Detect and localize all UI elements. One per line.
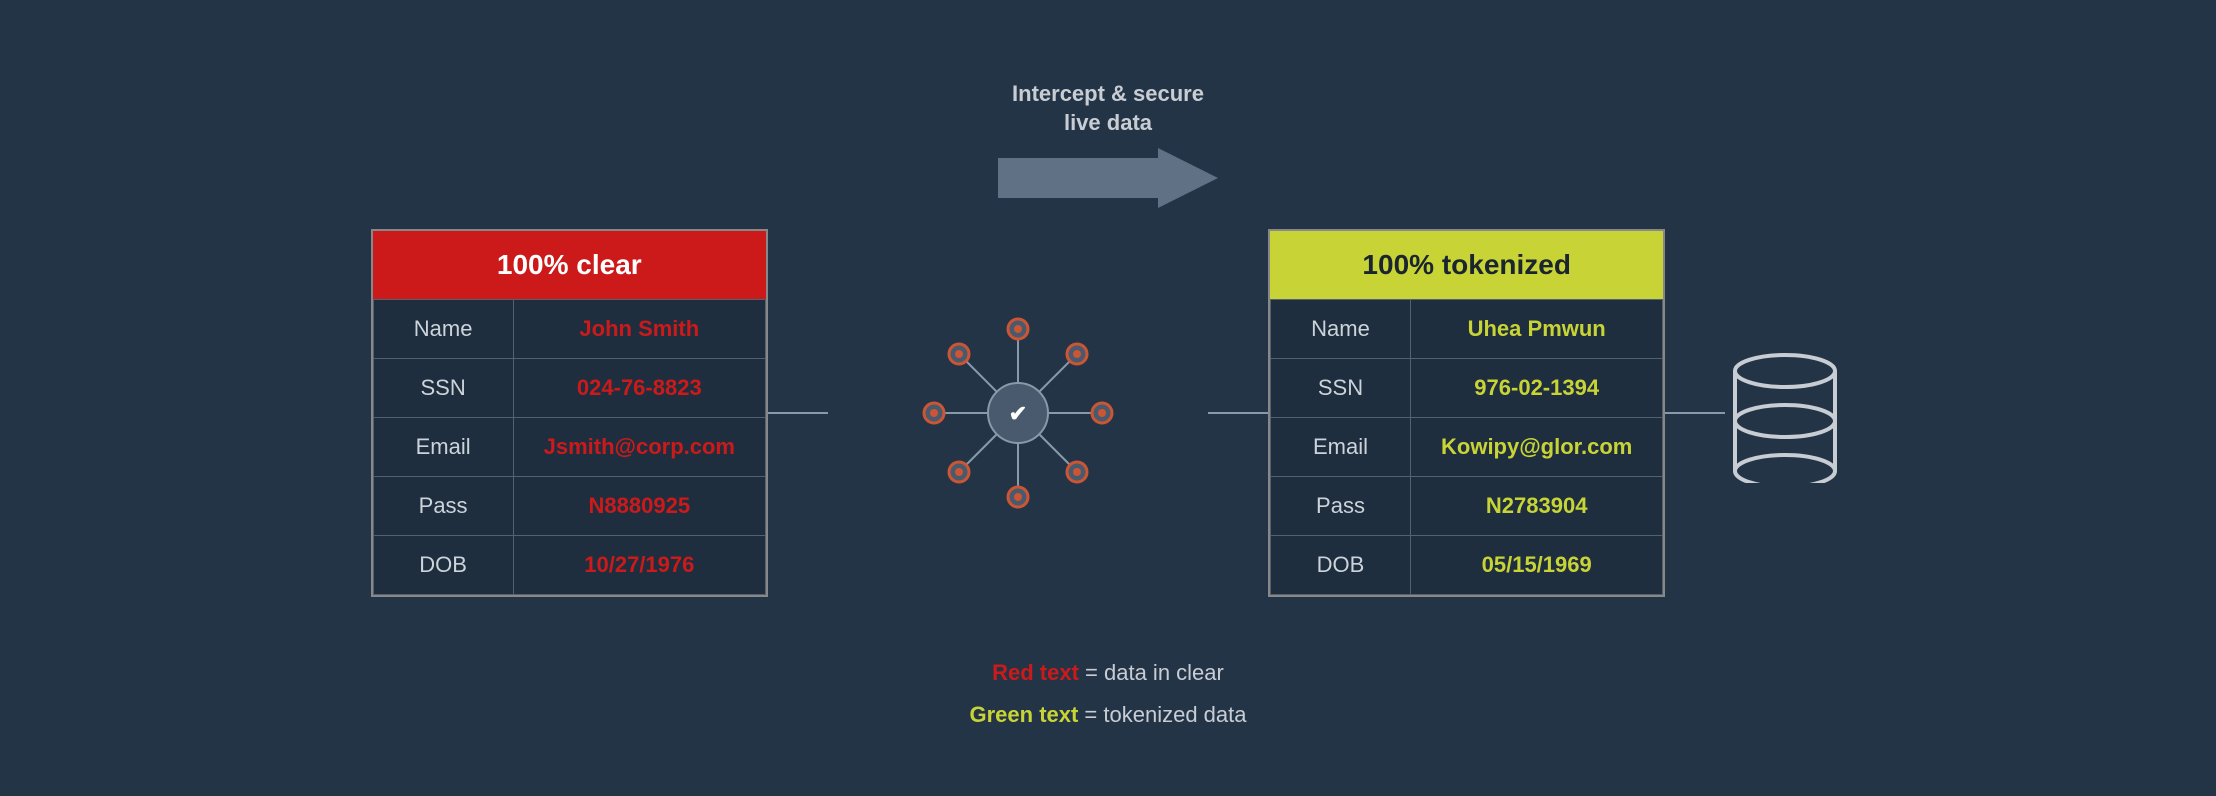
legend-red-suffix: = data in clear	[1079, 660, 1224, 685]
center-hub-area: ✔	[848, 313, 1188, 513]
field-value: Uhea Pmwun	[1411, 300, 1663, 359]
legend-red-line: Red text = data in clear	[969, 652, 1246, 694]
field-label: Name	[1271, 300, 1411, 359]
legend-red-word: Red text	[992, 660, 1079, 685]
arrow-label-area: Intercept & secure live data	[998, 80, 1218, 213]
field-value: 024-76-8823	[513, 359, 765, 418]
legend-green-line: Green text = tokenized data	[969, 694, 1246, 736]
field-value: 976-02-1394	[1411, 359, 1663, 418]
table-row: SSN 024-76-8823	[373, 359, 765, 418]
table-row: SSN 976-02-1394	[1271, 359, 1663, 418]
arrow-label: Intercept & secure live data	[1012, 80, 1204, 137]
svg-text:✔: ✔	[1009, 401, 1027, 426]
field-label: DOB	[373, 536, 513, 595]
db-connector-line	[1665, 412, 1725, 414]
table-row: Email Jsmith@corp.com	[373, 418, 765, 477]
table-row: Name John Smith	[373, 300, 765, 359]
legend-green-word: Green text	[969, 702, 1078, 727]
field-value: 10/27/1976	[513, 536, 765, 595]
layout-row: 100% clear Name John Smith SSN 024-76-88…	[371, 229, 1846, 597]
left-table-header: 100% clear	[373, 231, 766, 299]
table-row: Pass N2783904	[1271, 477, 1663, 536]
left-table-body: Name John Smith SSN 024-76-8823 Email Js…	[373, 299, 766, 595]
hub-icon: ✔	[918, 313, 1118, 513]
main-container: Intercept & secure live data 100% clear …	[0, 0, 2216, 796]
right-table: 100% tokenized Name Uhea Pmwun SSN 976-0…	[1268, 229, 1665, 597]
field-value: Jsmith@corp.com	[513, 418, 765, 477]
table-row: Pass N8880925	[373, 477, 765, 536]
right-table-header: 100% tokenized	[1270, 231, 1663, 299]
field-label: SSN	[1271, 359, 1411, 418]
field-value: N8880925	[513, 477, 765, 536]
field-value: Kowipy@glor.com	[1411, 418, 1663, 477]
field-label: Email	[1271, 418, 1411, 477]
table-row: DOB 05/15/1969	[1271, 536, 1663, 595]
field-label: Email	[373, 418, 513, 477]
table-row: Name Uhea Pmwun	[1271, 300, 1663, 359]
field-value: John Smith	[513, 300, 765, 359]
legend-green-suffix: = tokenized data	[1078, 702, 1246, 727]
table-row: Email Kowipy@glor.com	[1271, 418, 1663, 477]
left-table: 100% clear Name John Smith SSN 024-76-88…	[371, 229, 768, 597]
legend: Red text = data in clear Green text = to…	[969, 652, 1246, 736]
field-value: 05/15/1969	[1411, 536, 1663, 595]
right-table-body: Name Uhea Pmwun SSN 976-02-1394 Email Ko…	[1270, 299, 1663, 595]
database-icon	[1725, 343, 1845, 483]
field-label: Pass	[1271, 477, 1411, 536]
field-label: Pass	[373, 477, 513, 536]
field-label: DOB	[1271, 536, 1411, 595]
field-label: Name	[373, 300, 513, 359]
arrow-icon	[998, 143, 1218, 213]
table-row: DOB 10/27/1976	[373, 536, 765, 595]
field-value: N2783904	[1411, 477, 1663, 536]
field-label: SSN	[373, 359, 513, 418]
left-connector-line	[768, 412, 828, 414]
right-connector-line	[1208, 412, 1268, 414]
